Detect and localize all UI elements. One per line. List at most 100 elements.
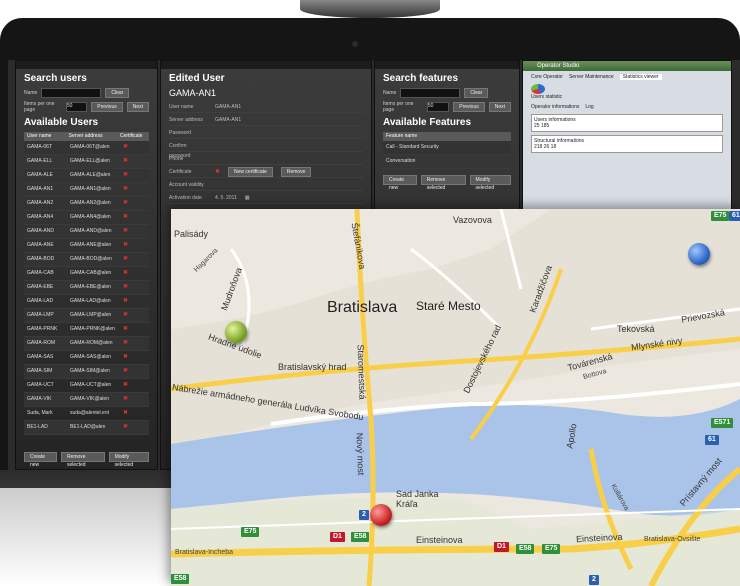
table-row[interactable]: GAMA-ANE GAMA-ANE@alen ✖ [24,239,149,253]
table-row[interactable]: Conversation [383,155,511,169]
server-address-cell: GAMA-ANE@alen [70,242,112,248]
map-marker-green[interactable] [225,321,247,343]
tab-core-operator[interactable]: Core Operator [531,74,563,80]
server-address-field[interactable]: Server address GAMA-AN1 [169,115,363,126]
window-titlebar [375,61,519,69]
column-header[interactable]: User name [24,132,66,141]
server-address-cell: GAMA-AN2@alen [70,200,111,206]
feature-search-input[interactable] [400,88,461,98]
table-row[interactable]: GAMA-CAB GAMA-CAB@alen ✖ [24,267,149,281]
table-row[interactable]: GAMA-UCT GAMA-UCT@alen ✖ [24,379,149,393]
user-name-cell: GAMA-PRNK [27,326,58,332]
certificate-icon: ✖ [123,284,129,290]
server-address-cell: BE1-LAD@alen [70,424,106,430]
tab-log[interactable]: Log [585,104,593,110]
table-row[interactable]: GAMA-AND GAMA-AND@alen ✖ [24,225,149,239]
column-header[interactable]: Certificate [117,132,149,141]
users-table: GAMA-06T GAMA-06T@alen ✖ GAMA-ELL GAMA-ELL@… [16,141,157,435]
server-address-cell: GAMA-CAB@alen [70,270,112,276]
user-name-cell: GAMA-LMP [27,312,54,318]
certificate-icon: ✖ [123,326,129,332]
name-label: Name [383,90,397,96]
table-row[interactable]: GAMA-VIK GAMA-VIK@alen ✖ [24,393,149,407]
table-row[interactable]: Call - Standard Security [383,141,511,155]
modify-selected-button[interactable]: Modify selected [108,452,149,468]
table-row[interactable]: GAMA-BOD GAMA-BOD@alen ✖ [24,253,149,267]
table-row[interactable]: GAMA-ALE GAMA-ALE@alen ✖ [24,169,149,183]
column-header[interactable]: Server address [66,132,117,141]
items-per-page-input[interactable]: 50 [65,102,88,112]
table-row[interactable]: GAMA-PRNK GAMA-PRNK@alen ✖ [24,323,149,337]
city-label: Bratislava [327,299,398,316]
confirm-password-field[interactable]: Confirm password [169,141,363,159]
remove-selected-button[interactable]: Remove selected [420,175,466,191]
monitor-stand [300,0,440,18]
certificate-icon: ✖ [123,242,129,248]
previous-button[interactable]: Previous [91,102,123,112]
next-button[interactable]: Next [126,102,149,112]
table-row[interactable]: GAMA-LAD GAMA-LAD@alen ✖ [24,295,149,309]
table-row[interactable]: GAMA-LMP GAMA-LMP@alen ✖ [24,309,149,323]
street-label: Staromestská [355,344,368,400]
edited-user-name: GAMA-AN1 [169,88,217,98]
calendar-icon[interactable]: ▦ [245,193,250,203]
previous-button[interactable]: Previous [453,102,485,112]
clear-button[interactable]: Clear [105,88,130,98]
user-name-field[interactable]: User name GAMA-AN1 [169,102,363,113]
user-name-cell: GAMA-UCT [27,382,54,388]
available-users-heading: Available Users [24,117,99,128]
name-search-input[interactable] [41,88,102,98]
server-address-cell: suda@alentel.ent [70,410,109,416]
column-header[interactable]: Feature name [383,132,417,141]
certificate-icon: ✖ [123,382,129,388]
studio-titlebar: Operator Studio [523,61,731,71]
modify-selected-button[interactable]: Modify selected [469,175,511,191]
remove-selected-button[interactable]: Remove selected [60,452,105,468]
user-name-cell: GAMA-SIM [27,368,53,374]
create-new-button[interactable]: Create new [383,175,417,191]
tab-server-maintenance[interactable]: Server Maintenance [569,74,614,80]
phone-field[interactable]: Phone [169,154,363,165]
route-shield: E58 [351,532,370,542]
table-row[interactable]: GAMA-06T GAMA-06T@alen ✖ [24,141,149,155]
tab-operator-informations[interactable]: Operator informations [531,104,579,110]
server-address-cell: GAMA-PRNK@alen [70,326,115,332]
table-row[interactable]: GAMA-SAS GAMA-SAS@alen ✖ [24,351,149,365]
map-marker-blue[interactable] [688,243,710,265]
server-address-cell: GAMA-ROM@alen [70,340,113,346]
map-view[interactable]: Vazovova Štefánikova Bratislava Staré Me… [171,209,740,586]
search-users-heading: Search users [24,73,87,84]
remove-certificate-button[interactable]: Remove [280,167,312,177]
next-button[interactable]: Next [488,102,511,112]
certificate-icon: ✖ [123,396,129,402]
table-row[interactable]: Suda, Mark suda@alentel.ent ✖ [24,407,149,421]
server-address-cell: GAMA-AND@alen [70,228,112,234]
server-address-cell: GAMA-SAS@alen [70,354,111,360]
map-marker-red[interactable] [370,504,392,526]
table-row[interactable]: GAMA-SIM GAMA-SIM@alen ✖ [24,365,149,379]
activation-date-field[interactable]: Activation date 4. 5. 2011 ▦ [169,193,363,204]
table-row[interactable]: GAMA-AN4 GAMA-AN4@alen ✖ [24,211,149,225]
users-informations-box[interactable]: Users informations 25 185 [531,114,723,132]
structural-informations-box[interactable]: Structural informations 218 26 18 [531,135,723,153]
items-per-page-input[interactable]: 50 [426,102,450,112]
route-shield: 61 [729,211,740,221]
sub-tabs: Operator informations Log [531,104,723,110]
password-field[interactable]: Password [169,128,363,139]
table-row[interactable]: GAMA-ROM GAMA-ROM@alen ✖ [24,337,149,351]
route-shield: E75 [241,527,260,537]
table-row[interactable]: BE1-LAD BE1-LAD@alen ✖ [24,421,149,435]
field-label: Activation date [169,195,202,201]
table-row[interactable]: GAMA-EBE GAMA-EBE@alen ✖ [24,281,149,295]
clear-button[interactable]: Clear [464,88,489,98]
new-certificate-button[interactable]: New certificate [228,167,273,177]
table-row[interactable]: GAMA-AN1 GAMA-AN1@alen ✖ [24,183,149,197]
users-statistic-button[interactable]: Users statistic [531,84,723,100]
field-label: Phone [169,156,184,162]
account-validity-field[interactable]: Account validity [169,180,363,191]
user-name-cell: BE1-LAD [27,424,48,430]
table-row[interactable]: GAMA-ELL GAMA-ELL@alen ✖ [24,155,149,169]
create-new-button[interactable]: Create new [24,452,57,468]
table-row[interactable]: GAMA-AN2 GAMA-AN2@alen ✖ [24,197,149,211]
tab-statistics-viewer[interactable]: Statistics viewer [619,74,662,80]
